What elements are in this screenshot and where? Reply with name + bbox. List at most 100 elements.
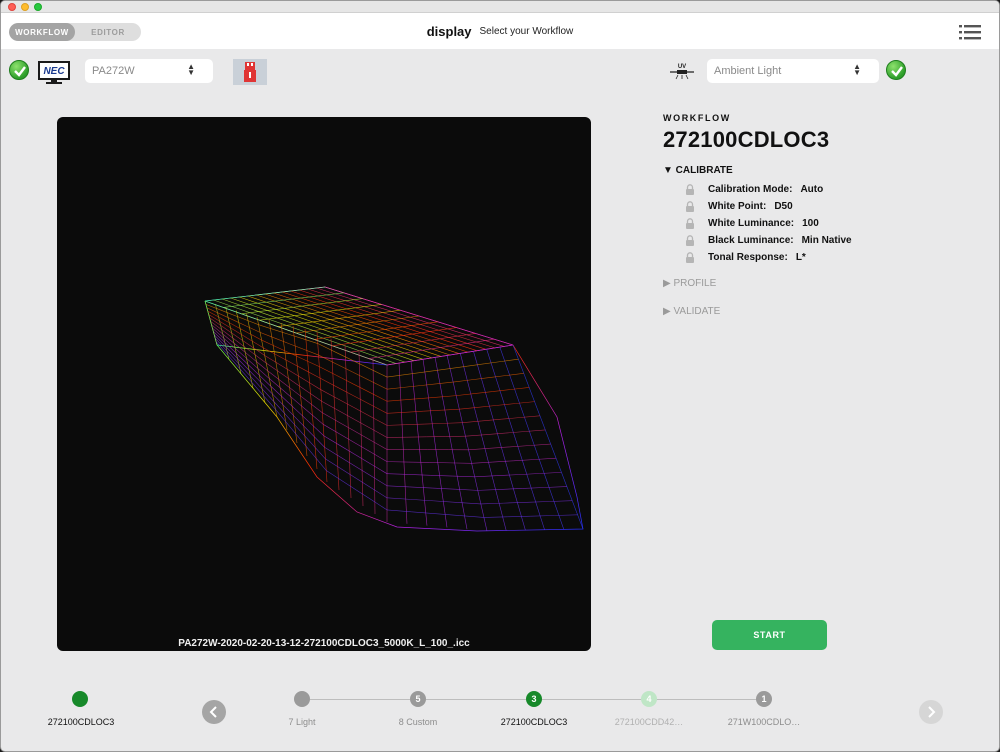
wireframe-line [453,379,471,383]
step-dot[interactable]: 1 [756,691,772,707]
wireframe-line [434,356,468,530]
wireframe-line [303,349,319,356]
wireframe-line [372,358,376,515]
tab-workflow[interactable]: WORKFLOW [9,23,75,41]
minimize-window-button[interactable] [21,3,29,11]
param-key: Calibration Mode: [708,184,793,195]
wireframe-line [513,459,535,462]
calibrate-section-toggle[interactable]: ▼ CALIBRATE [663,165,963,176]
wireframe-line [355,454,372,465]
wireframe-line [424,423,444,425]
wireframe-line [459,515,484,518]
wireframe-line [278,363,293,373]
step-dot[interactable] [294,691,310,707]
uv-icon-text: UV [678,64,686,70]
param-row: Tonal Response: L* [663,249,963,266]
wireframe-line [484,361,502,365]
step-label[interactable]: 272100CDD42… [589,717,709,727]
step-label[interactable]: 7 Light [242,717,362,727]
wireframe-line [525,429,546,432]
profile-section-toggle[interactable]: ▶ PROFILE [663,278,963,289]
wireframe-line [323,424,340,434]
param-key: Black Luminance: [708,235,794,246]
wireframe-line [273,401,288,417]
wireframe-line [356,478,372,489]
wireframe-line [285,407,299,421]
wireframe-line [354,419,371,429]
wireframe-line [308,402,323,414]
wireframe-line [206,307,221,315]
wireframe-line [258,324,274,330]
wireframe-line [212,327,227,341]
validate-section-toggle[interactable]: ▶ VALIDATE [663,306,963,317]
wireframe-line [358,351,364,507]
wireframe-line [350,333,476,353]
close-window-button[interactable] [8,3,16,11]
lock-icon [686,218,694,229]
wireframe-line [462,420,482,423]
wireframe-line [233,319,247,327]
wireframe-line [245,375,261,393]
next-step-button[interactable] [919,700,943,724]
wireframe-line [264,355,279,365]
wireframe-line [408,474,431,476]
wireframe-line [340,468,357,479]
step-connector [657,699,757,700]
wireframe-line [319,366,337,376]
step-label[interactable]: 8 Custom [358,717,478,727]
gamut-viewer[interactable]: PA272W-2020-02-20-13-12-272100CDLOC3_500… [57,117,591,651]
app-header: WORKFLOW EDITOR display Select your Work… [1,13,999,49]
wireframe-line [410,499,434,502]
wireframe-line [386,387,404,390]
wireframe-line [321,400,339,411]
step-label-current[interactable]: 272100CDLOC3 [474,717,594,727]
wireframe-line [503,502,527,504]
header-title-group: display Select your Workflow [1,13,999,49]
wireframe-line [354,430,371,441]
wireframe-line [485,432,506,435]
wireframe-line [323,435,340,446]
wireframe-line [456,393,475,396]
wireframe-line [356,489,372,501]
wireframe-line [507,515,531,518]
step-dot-current[interactable]: 3 [526,691,542,707]
wireframe-line [241,298,363,315]
list-menu-icon[interactable] [959,23,981,41]
wireframe-line [477,489,501,491]
wireframe-line [496,474,519,477]
wireframe-line [316,331,328,483]
wireframe-line [353,383,371,393]
step-connector [310,699,410,700]
wireframe-line [534,457,557,460]
wireframe-line [474,475,497,478]
wireframe-line [432,487,456,490]
wireframe-line [468,448,490,451]
sensor-status-check-icon [886,60,906,80]
start-button[interactable]: START [712,620,827,650]
wireframe-line [386,411,406,414]
previous-step-button[interactable] [202,700,226,724]
param-key: White Luminance: [708,218,795,229]
display-select[interactable]: PA272W ▲ ▼ [85,59,213,83]
param-row: White Point: D50 [663,198,963,215]
tab-editor[interactable]: EDITOR [75,23,141,41]
profile-filename: PA272W-2020-02-20-13-12-272100CDLOC3_500… [178,638,470,649]
step-dot[interactable]: 5 [410,691,426,707]
ambient-light-select[interactable]: Ambient Light ▲ ▼ [707,59,879,83]
step-label[interactable]: 271W100CDLO… [704,717,824,727]
wireframe-line [433,500,458,503]
wireframe-line [421,396,439,399]
step-dot-faded[interactable]: 4 [641,691,657,707]
wireframe-line [369,368,388,378]
param-value: Min Native [801,235,852,246]
wireframe-line [337,398,355,408]
zoom-window-button[interactable] [34,3,42,11]
wireframe-line [544,486,567,488]
wireframe-line [223,292,344,308]
wireframe-line [386,424,406,426]
wireframe-line [248,332,262,341]
wireframe-line [304,328,318,470]
wireframe-line [386,374,403,378]
usb-connection-icon [233,59,267,85]
wireframe-line [304,359,320,367]
